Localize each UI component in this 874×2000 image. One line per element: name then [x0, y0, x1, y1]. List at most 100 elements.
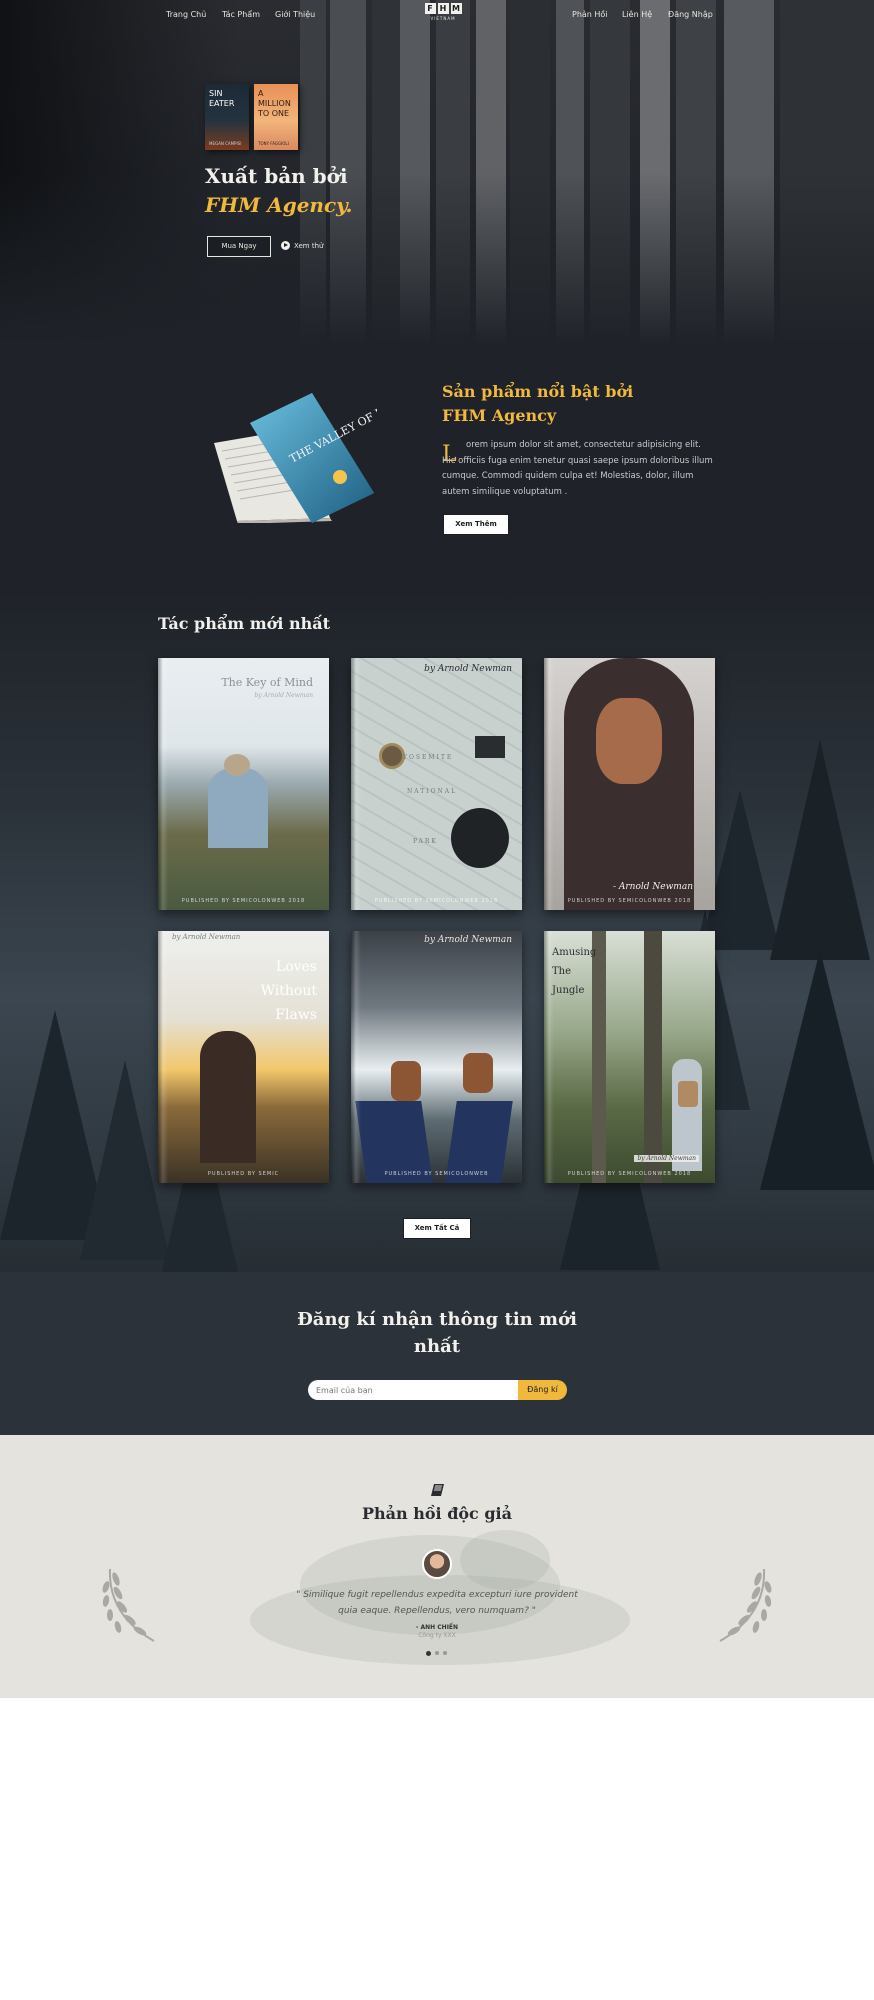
- featured-book-image[interactable]: THE VALLEY OF DEAD BIRDS: [212, 393, 377, 523]
- hero-title: Xuất bản bởi FHM Agency.: [205, 162, 352, 220]
- review-company: Công ty XXX: [418, 1632, 456, 1639]
- book-author: by Arnold Newman: [424, 664, 512, 674]
- map-label: PARK: [413, 838, 438, 845]
- review-quote: " Similique fugit repellendus expedita e…: [296, 1590, 578, 1616]
- map-label: YOSEMITE: [403, 754, 454, 761]
- book-card[interactable]: by Arnold Newman YOSEMITE NATIONAL PARK …: [351, 658, 522, 910]
- forest-tree: [770, 740, 870, 960]
- nav-link-works[interactable]: Tác Phẩm: [222, 10, 260, 19]
- map-label: NATIONAL: [407, 788, 458, 795]
- book-spine-shade: [351, 658, 361, 910]
- nav-link-contact[interactable]: Liên Hệ: [622, 10, 652, 19]
- new-works-title: Tác phẩm mới nhất: [158, 614, 331, 633]
- map-pattern: [351, 658, 522, 910]
- book-author: - Arnold Newman: [612, 882, 693, 892]
- forest-tree: [760, 950, 874, 1190]
- carousel-dots: [426, 1651, 447, 1656]
- book-author: by Arnold Newman: [254, 692, 313, 699]
- book-spine-shade: [544, 658, 554, 910]
- featured-title: Sản phẩm nổi bật bởi FHM Agency: [442, 380, 633, 428]
- book-publisher: PUBLISHED BY SEMICOLONWEB: [384, 1171, 489, 1177]
- book-spine-shade: [544, 931, 554, 1183]
- book-tree-trunk: [644, 931, 662, 1183]
- email-input[interactable]: [308, 1380, 520, 1400]
- camera-body: [475, 736, 505, 758]
- cover-author: TONY FAGGIOLI: [258, 141, 289, 146]
- book-card[interactable]: The Key of Mind by Arnold Newman PUBLISH…: [158, 658, 329, 910]
- book-icon: [431, 1484, 444, 1496]
- book-title: Amusing The Jungle: [552, 947, 597, 996]
- book-card[interactable]: by Arnold Newman PUBLISHED BY SEMICOLONW…: [351, 931, 522, 1183]
- logo-letter: F: [424, 3, 436, 14]
- logo-letter: M: [450, 3, 462, 14]
- book-spine-shade: [158, 931, 168, 1183]
- watch-preview-label: Xem thử: [294, 241, 324, 250]
- book-publisher: PUBLISHED BY SEMICOLONWEB 2018: [374, 898, 499, 904]
- book-figure: [200, 1031, 256, 1163]
- reviews-section: Phản hồi độc giả " Similique fugit repel…: [0, 1435, 874, 1698]
- featured-section: THE VALLEY OF DEAD BIRDS Sản phẩm nổi bậ…: [0, 345, 874, 590]
- carousel-dot[interactable]: [443, 1651, 447, 1655]
- book-figure-boot: [391, 1061, 421, 1101]
- reviews-title: Phản hồi độc giả: [362, 1504, 512, 1523]
- book-author: by Arnold Newman: [634, 1155, 699, 1162]
- buy-now-button[interactable]: Mua Ngay: [207, 236, 271, 257]
- nav-link-feedback[interactable]: Phản Hồi: [572, 10, 608, 19]
- hero-title-line1: Xuất bản bởi: [205, 164, 348, 188]
- nav-link-login[interactable]: Đăng Nhập: [668, 10, 713, 19]
- logo[interactable]: F H M VIETNAM: [421, 3, 465, 25]
- reviewer-avatar: [422, 1549, 452, 1579]
- view-all-button[interactable]: Xem Tất Cả: [403, 1218, 471, 1239]
- featured-title-line2: FHM Agency: [442, 406, 557, 425]
- logo-subtitle: VIETNAM: [430, 16, 456, 21]
- book-publisher: PUBLISHED BY SEMICOLONWEB 2018: [567, 1171, 692, 1177]
- book-card[interactable]: Amusing The Jungle by Arnold Newman PUBL…: [544, 931, 715, 1183]
- nav-link-home[interactable]: Trang Chủ: [166, 10, 206, 19]
- cover-title: A MILLION TO ONE: [258, 89, 291, 118]
- hero-title-line2: FHM Agency.: [205, 193, 353, 217]
- nav-link-about[interactable]: Giới Thiệu: [275, 10, 315, 19]
- book-figure-face: [596, 698, 662, 784]
- camera-lens: [451, 808, 509, 868]
- review-author: - ANH CHIẾN: [415, 1624, 459, 1631]
- logo-letter: H: [437, 3, 449, 14]
- cover-title: SIN EATER: [209, 89, 235, 108]
- book-figure: [208, 768, 268, 848]
- bg-cloud: [460, 1530, 550, 1590]
- laurel-left-icon: [102, 1568, 155, 1642]
- hero-book-cover[interactable]: SIN EATER MEGAN CAMPISI: [205, 84, 249, 150]
- book-spine-shade: [351, 931, 361, 1183]
- hero-book-cover[interactable]: A MILLION TO ONE TONY FAGGIOLI: [254, 84, 298, 150]
- book-author: by Arnold Newman: [172, 933, 241, 941]
- play-icon: [281, 241, 290, 250]
- book-figure-hood: [564, 658, 694, 910]
- book-card[interactable]: by Arnold Newman Loves Without Flaws PUB…: [158, 931, 329, 1183]
- book-publisher: PUBLISHED BY SEMICOLONWEB 2018: [181, 898, 306, 904]
- book-figure-boot: [463, 1053, 493, 1093]
- book-author: by Arnold Newman: [424, 935, 512, 945]
- new-works-section: Tác phẩm mới nhất The Key of Mind by Arn…: [0, 590, 874, 1272]
- hero-section: Trang Chủ Tác Phẩm Giới Thiệu F H M VIET…: [0, 0, 874, 345]
- forest-tree: [80, 1060, 170, 1260]
- book-publisher: PUBLISHED BY SEMIC: [207, 1171, 280, 1177]
- book-figure-bag: [678, 1081, 698, 1107]
- hero-fade: [0, 0, 874, 345]
- laurel-right-icon: [719, 1568, 772, 1642]
- watch-preview-link[interactable]: Xem thử: [281, 241, 323, 250]
- book-card[interactable]: - Arnold Newman PUBLISHED BY SEMICOLONWE…: [544, 658, 715, 910]
- see-more-button[interactable]: Xem Thêm: [443, 514, 509, 535]
- carousel-dot[interactable]: [435, 1651, 439, 1655]
- newsletter-section: Đăng kí nhận thông tin mới nhất Đăng kí: [0, 1272, 874, 1435]
- newsletter-title: Đăng kí nhận thông tin mới nhất: [297, 1309, 577, 1357]
- book-publisher: PUBLISHED BY SEMICOLONWEB 2018: [567, 898, 692, 904]
- featured-title-line1: Sản phẩm nổi bật bởi: [442, 382, 634, 401]
- cover-author: MEGAN CAMPISI: [209, 141, 242, 146]
- book-spine-shade: [158, 658, 168, 910]
- subscribe-button[interactable]: Đăng kí: [518, 1380, 567, 1400]
- book-title: The Key of Mind: [221, 676, 313, 689]
- book-figure: [224, 754, 250, 776]
- carousel-dot[interactable]: [426, 1651, 431, 1656]
- main-nav: Trang Chủ Tác Phẩm Giới Thiệu F H M VIET…: [0, 0, 874, 30]
- featured-description: orem ipsum dolor sit amet, consectetur a…: [442, 440, 713, 497]
- book-title: Loves Without Flaws: [260, 959, 317, 1023]
